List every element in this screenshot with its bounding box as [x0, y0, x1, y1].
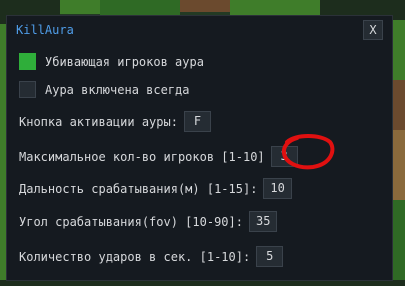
fov-label: Угол срабатывания(fov) [10-90]: [19, 214, 243, 229]
always-on-checkbox[interactable] [19, 81, 36, 98]
kill-players-checkbox[interactable] [19, 53, 36, 70]
always-on-label: Аура включена всегда [45, 82, 190, 97]
setting-fov: Угол срабатывания(fov) [10-90]: 35 [19, 211, 278, 232]
setting-hits-per-second: Количество ударов в сек. [1-10]: 5 [19, 246, 284, 267]
range-field[interactable]: 10 [263, 178, 292, 199]
setting-range: Дальность срабатывания(м) [1-15]: 10 [19, 178, 292, 199]
option-always-on[interactable]: Аура включена всегда [19, 81, 190, 98]
range-label: Дальность срабатывания(м) [1-15]: [19, 181, 258, 196]
hits-per-second-field[interactable]: 5 [256, 246, 284, 267]
hits-per-second-label: Количество ударов в сек. [1-10]: [19, 249, 251, 264]
setting-activation-key: Кнопка активации ауры: F [19, 111, 211, 132]
kill-players-label: Убивающая игроков аура [45, 54, 204, 69]
activation-key-field[interactable]: F [183, 111, 211, 132]
killaura-window: KillAura X Убивающая игроков аура Аура в… [6, 15, 393, 281]
fov-field[interactable]: 35 [248, 211, 278, 232]
max-players-field[interactable]: 3 [270, 146, 298, 167]
activation-key-label: Кнопка активации ауры: [19, 114, 178, 129]
option-kill-players[interactable]: Убивающая игроков аура [19, 53, 204, 70]
max-players-label: Максимальное кол-во игроков [1-10] [19, 149, 265, 164]
title-bar[interactable]: KillAura X [7, 16, 392, 46]
close-button[interactable]: X [363, 20, 383, 40]
window-title: KillAura [16, 23, 74, 37]
setting-max-players: Максимальное кол-во игроков [1-10] 3 [19, 146, 298, 167]
